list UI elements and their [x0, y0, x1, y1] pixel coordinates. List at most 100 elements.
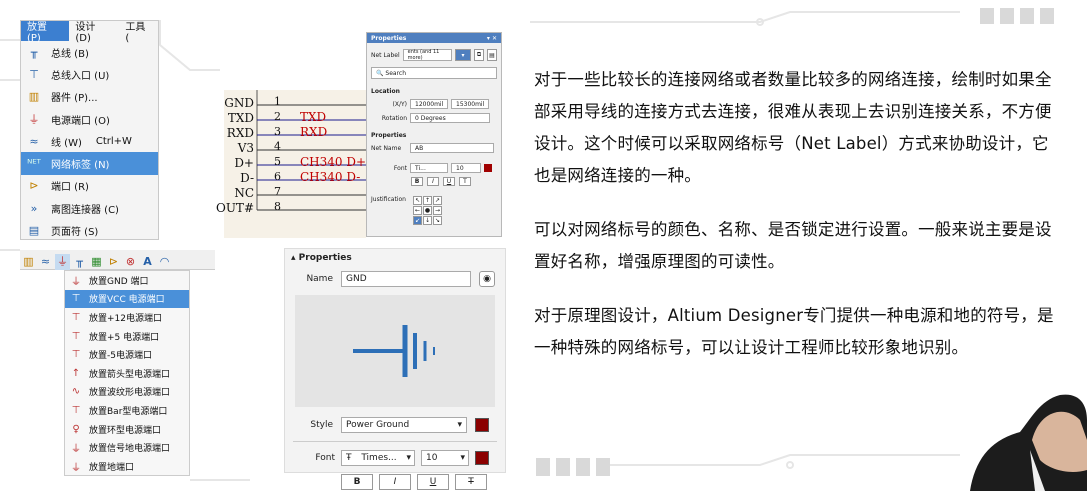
net-name-input[interactable]: AB	[410, 143, 494, 153]
italic-button[interactable]: I	[379, 474, 411, 490]
menu-item-place-circle[interactable]: ♀ 放置环型电源端口	[65, 420, 189, 439]
menu-item-port[interactable]: ⊳ 端口 (R)	[21, 175, 158, 197]
menu-item-label: 放置箭头型电源端口	[89, 369, 171, 380]
menu-item-label: 放置VCC 电源端口	[89, 295, 165, 306]
sheet-symbol-icon: ▤	[28, 224, 40, 238]
schematic-canvas: GND 1 TXD 2 TXD RXD 3 RXD V3 4 D+ 5 CH340 D+ D- 6 CH340…	[216, 90, 366, 238]
menu-item-sheet-symbol[interactable]: ▤ 页面符 (S)	[21, 219, 158, 241]
rotation-select[interactable]: 0 Degrees	[410, 113, 490, 123]
style-color-swatch[interactable]	[475, 418, 489, 432]
net-label[interactable]: CH340 D+	[300, 155, 366, 169]
pin-name: NC	[234, 186, 254, 200]
menu-item-label: 器件 (P)...	[51, 93, 98, 105]
bus-icon[interactable]: ╥	[72, 254, 87, 270]
justification-grid[interactable]: ↖ ↑ ↗ ← ● → ↙ ↓ ↘	[413, 196, 442, 225]
menu-item-bus[interactable]: ╥ 总线 (B)	[21, 41, 158, 63]
style-value: Power Ground	[346, 420, 410, 430]
arc-icon[interactable]: ◠	[157, 254, 172, 270]
component-icon[interactable]: ▦	[89, 254, 104, 270]
color-swatch[interactable]	[484, 164, 492, 172]
menu-item-place-gnd[interactable]: ⏚ 放置GND 端口	[65, 271, 189, 290]
menu-item-net-label[interactable]: ᴺᴱᵀ 网络标签 (N)	[21, 152, 158, 175]
menu-item-label: 放置环型电源端口	[89, 425, 162, 436]
menu-item-bus-entry[interactable]: ⊤ 总线入口 (U)	[21, 63, 158, 85]
italic-button[interactable]: I	[427, 177, 439, 186]
style-label: Style	[310, 420, 333, 430]
pin-number: 6	[274, 170, 281, 183]
filter-icon[interactable]: ▾	[455, 49, 471, 61]
menu-item-wire[interactable]: ≈ 线 (W) Ctrl+W	[21, 130, 158, 152]
part-icon: ▥	[28, 90, 40, 104]
menu-item-label: 线 (W)	[51, 137, 82, 149]
no-erc-icon[interactable]: ⊗	[123, 254, 138, 270]
wire-icon[interactable]: ≈	[38, 254, 53, 270]
strike-button[interactable]: T	[459, 177, 471, 186]
visibility-eye-icon[interactable]: ◉	[479, 271, 495, 287]
menu-item-place-arrow[interactable]: ↑ 放置箭头型电源端口	[65, 364, 189, 383]
net-label[interactable]: TXD	[300, 110, 326, 124]
pin-number: 5	[274, 155, 281, 168]
bold-button[interactable]: B	[411, 177, 423, 186]
font-select[interactable]: Ti...	[410, 163, 448, 173]
place-toolbar: ▥ ≈ ⏚ ╥ ▦ ⊳ ⊗ A ◠	[20, 250, 215, 270]
menu-item-power-port[interactable]: ⏚ 电源端口 (O)	[21, 108, 158, 130]
bus-entry-icon: ⊤	[29, 67, 39, 81]
net-label[interactable]: CH340 D-	[300, 170, 360, 184]
search-input[interactable]: 🔍 Search	[371, 67, 497, 79]
pin-name: GND	[224, 96, 254, 110]
circle-power-icon: ♀	[72, 423, 80, 435]
paragraph-net-label-intro: 对于一些比较长的连接网络或者数量比较多的网络连接，绘制时如果全部采用导线的连接方…	[534, 70, 1052, 185]
port-icon[interactable]: ⊳	[106, 254, 121, 270]
menu-item-place-minus5[interactable]: ⊤ 放置-5电源端口	[65, 345, 189, 364]
settings-icon[interactable]: ▤	[487, 49, 497, 61]
object-type: Net Label	[371, 51, 400, 59]
text-icon[interactable]: A	[140, 254, 155, 270]
panel-title: Properties	[371, 34, 407, 42]
font-label: Font	[393, 164, 407, 172]
menu-item-label: 端口 (R)	[51, 182, 89, 194]
x-input[interactable]: 12000mil	[410, 99, 448, 109]
font-color-swatch[interactable]	[475, 451, 489, 465]
menu-item-label: 放置+5 电源端口	[89, 332, 160, 343]
section-location: Location	[371, 88, 400, 95]
strikethrough-button[interactable]: T	[455, 474, 487, 490]
collapse-icon[interactable]: ▴	[291, 253, 296, 263]
name-input[interactable]: GND	[341, 271, 471, 287]
net-name-label: Net Name	[371, 144, 402, 152]
font-select[interactable]: Ŧ Times... ▾	[341, 450, 415, 466]
font-size-select[interactable]: 10	[451, 163, 481, 173]
menu-item-label: 总线 (B)	[51, 48, 89, 60]
menu-item-place-plus12[interactable]: ⊤ 放置+12电源端口	[65, 308, 189, 327]
bold-button[interactable]: B	[341, 474, 373, 490]
menu-item-place-plus5[interactable]: ⊤ 放置+5 电源端口	[65, 327, 189, 346]
font-icon: Ŧ	[346, 453, 352, 463]
menu-item-part[interactable]: ▥ 器件 (P)...	[21, 86, 158, 108]
pin-number: 1	[274, 95, 281, 108]
menu-item-off-sheet-connector[interactable]: » 离图连接器 (C)	[21, 197, 158, 219]
power-port-icon[interactable]: ⏚	[55, 254, 70, 270]
menu-tab-design[interactable]: 设计 (D)	[69, 21, 120, 44]
menu-tab-tools[interactable]: 工具 (	[119, 21, 159, 44]
underline-button[interactable]: U	[417, 474, 449, 490]
symbol-preview	[295, 295, 495, 407]
underline-button[interactable]: U	[443, 177, 455, 186]
style-select[interactable]: Power Ground ▾	[341, 417, 467, 433]
menu-item-place-wave[interactable]: ∿ 放置波纹形电源端口	[65, 383, 189, 402]
menu-item-place-earth[interactable]: ⏚ 放置地端口	[65, 457, 189, 476]
pin-name: D+	[234, 156, 254, 170]
menu-item-place-signal-ground[interactable]: ⏚ 放置信号地电源端口	[65, 438, 189, 457]
copy-icon[interactable]: ⧉	[474, 49, 484, 61]
menu-item-place-vcc[interactable]: ⊤ 放置VCC 电源端口	[65, 289, 189, 309]
filter-field[interactable]: ents (and 11 more)	[402, 49, 452, 61]
pin-name: RXD	[226, 126, 254, 140]
menu-item-label: 总线入口 (U)	[51, 70, 110, 82]
presenter-video	[970, 394, 1087, 491]
net-label[interactable]: RXD	[300, 125, 327, 139]
font-size-select[interactable]: 10 ▾	[421, 450, 469, 466]
gnd-icon: ⏚	[71, 276, 81, 288]
part-icon[interactable]: ▥	[21, 254, 36, 270]
menu-item-place-bar[interactable]: ⊤ 放置Bar型电源端口	[65, 401, 189, 420]
menu-tab-place[interactable]: 放置 (P)	[21, 21, 70, 44]
panel-close-icon[interactable]: ▾ ✕	[487, 35, 497, 42]
y-input[interactable]: 15300mil	[451, 99, 489, 109]
